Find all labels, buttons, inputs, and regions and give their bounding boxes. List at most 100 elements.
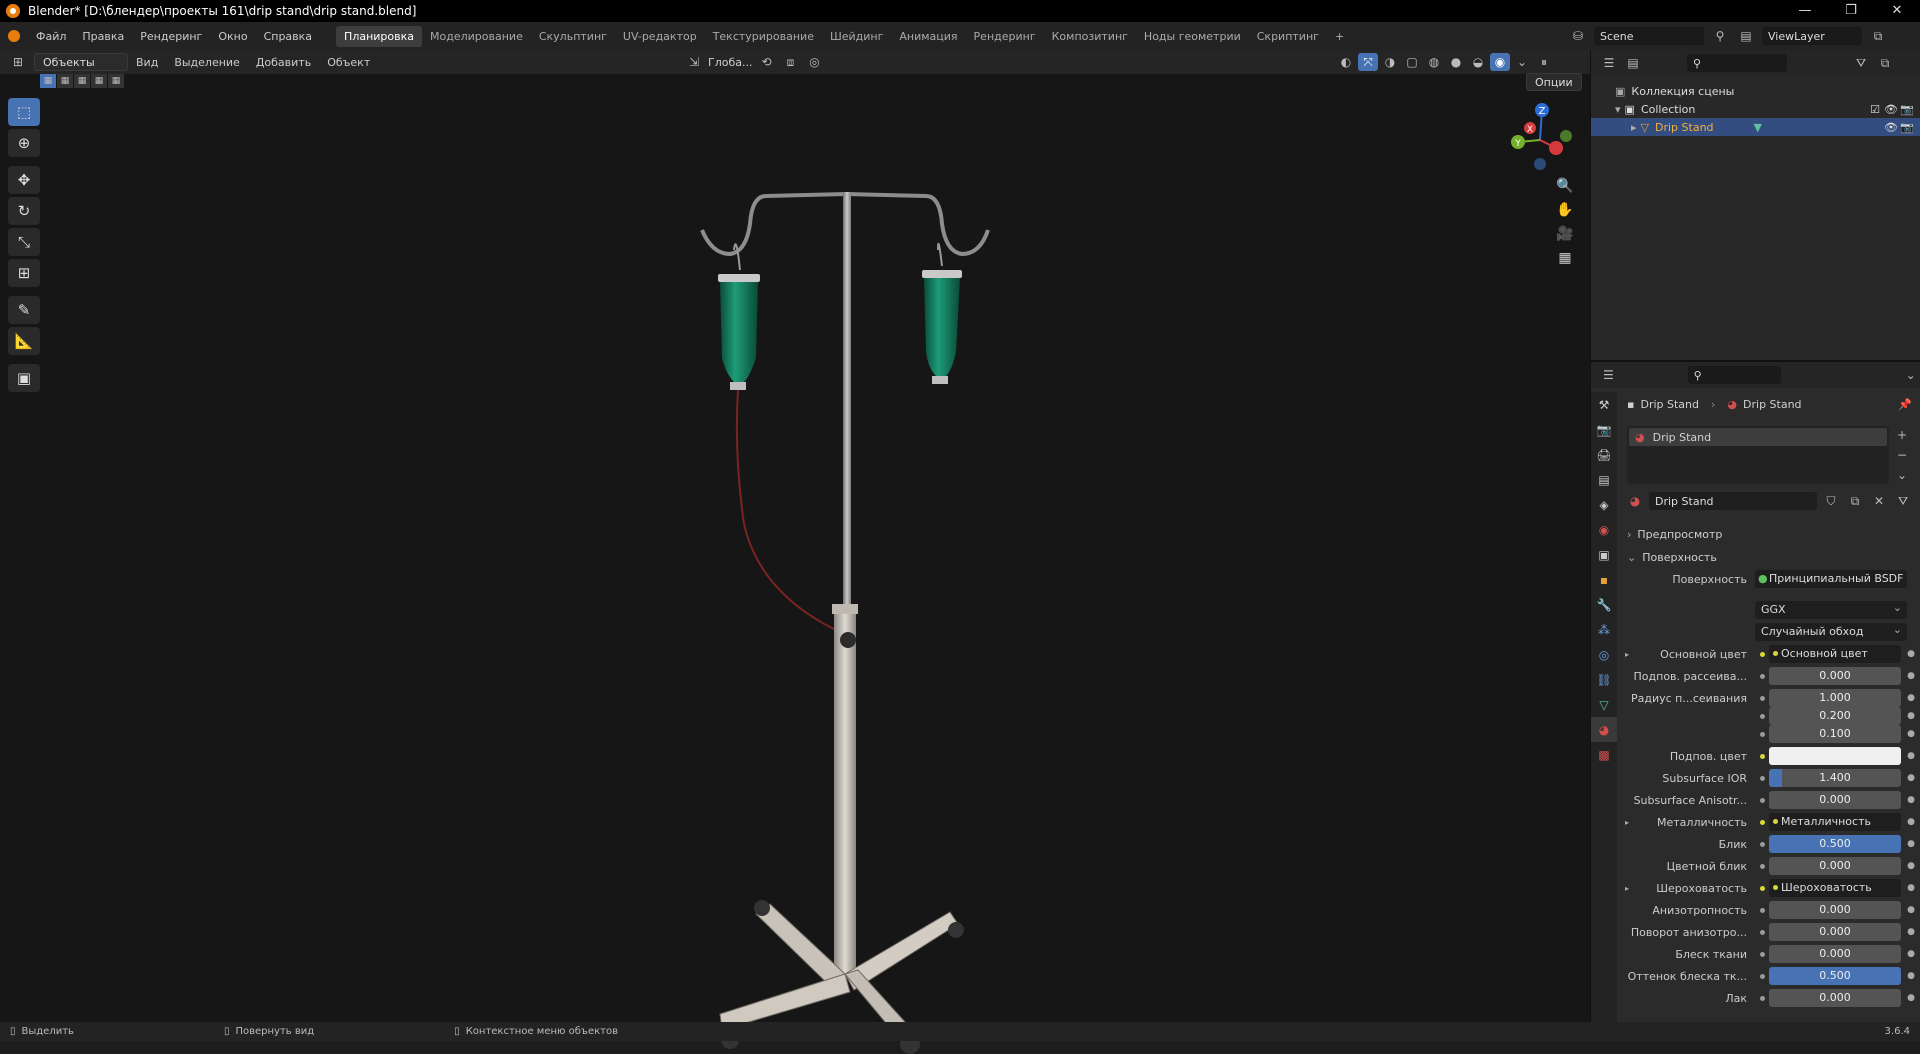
keyframe-icon[interactable]: ● bbox=[1907, 927, 1915, 937]
proportional-edit-icon[interactable]: ◎ bbox=[804, 53, 824, 71]
properties-options-icon[interactable]: ⌄ bbox=[1901, 366, 1920, 384]
drip-stand-model[interactable] bbox=[660, 124, 1020, 1054]
bsdf-value-field[interactable]: 0.000 bbox=[1769, 923, 1901, 941]
subsurface-color-swatch[interactable] bbox=[1769, 747, 1901, 765]
measure-tool[interactable]: 📐 bbox=[8, 327, 40, 355]
outliner-collection-row[interactable]: ▾ ▣ Collection ☑ 👁 📷 bbox=[1591, 100, 1920, 118]
expand-socket-icon[interactable]: ▸ bbox=[1625, 818, 1629, 827]
bsdf-value-field[interactable]: 0.000 bbox=[1769, 857, 1901, 875]
render-tab-icon[interactable]: 📷 bbox=[1591, 417, 1617, 442]
socket-icon[interactable] bbox=[1755, 863, 1769, 869]
object-render-icon[interactable]: 📷 bbox=[1900, 121, 1914, 134]
bsdf-value-field[interactable]: 0.500 bbox=[1769, 967, 1901, 985]
tab-geometry-nodes[interactable]: Ноды геометрии bbox=[1136, 26, 1249, 47]
select-subtract-icon[interactable]: ▦ bbox=[74, 74, 90, 88]
pin-icon[interactable]: ⚲ bbox=[1710, 27, 1730, 45]
socket-icon[interactable] bbox=[1755, 907, 1769, 913]
collapse-arrow-icon[interactable]: ▾ bbox=[1615, 103, 1621, 116]
bsdf-value-field[interactable]: 0.000 bbox=[1769, 989, 1901, 1007]
tool-tab-icon[interactable]: ⚒ bbox=[1591, 392, 1617, 417]
keyframe-icon[interactable]: ● bbox=[1907, 905, 1915, 915]
keyframe-icon[interactable]: ● bbox=[1907, 711, 1915, 721]
tab-sculpting[interactable]: Скульптинг bbox=[531, 26, 615, 47]
bsdf-linked-input[interactable]: Основной цвет bbox=[1769, 645, 1901, 663]
tab-uv-editing[interactable]: UV-редактор bbox=[615, 26, 705, 47]
scene-icon[interactable]: ⛁ bbox=[1568, 27, 1588, 45]
material-filter-icon[interactable]: ⛛ bbox=[1893, 492, 1913, 510]
menu-help[interactable]: Справка bbox=[256, 30, 320, 43]
particles-tab-icon[interactable]: ⁂ bbox=[1591, 617, 1617, 642]
close-button[interactable]: ✕ bbox=[1874, 0, 1920, 22]
view-layer-tab-icon[interactable]: ▤ bbox=[1591, 467, 1617, 492]
orientation-dropdown[interactable]: Глоба... bbox=[708, 56, 752, 69]
new-viewlayer-icon[interactable]: ⧉ bbox=[1868, 27, 1888, 45]
expand-socket-icon[interactable]: ▸ bbox=[1625, 884, 1629, 893]
socket-icon[interactable] bbox=[1755, 673, 1769, 679]
socket-icon[interactable] bbox=[1755, 841, 1769, 847]
options-dropdown[interactable]: Опции bbox=[1526, 73, 1582, 91]
socket-icon[interactable] bbox=[1755, 775, 1769, 781]
pin-properties-icon[interactable]: 📌 bbox=[1898, 398, 1912, 411]
blender-menu-icon[interactable] bbox=[0, 30, 28, 42]
material-slot-item[interactable]: ◕ Drip Stand bbox=[1629, 428, 1887, 446]
outliner-editor-type-icon[interactable]: ☰ bbox=[1599, 54, 1619, 72]
bsdf-value-field[interactable]: 0.000 bbox=[1769, 667, 1901, 685]
remove-slot-icon[interactable]: − bbox=[1892, 446, 1912, 464]
menu-file[interactable]: Файл bbox=[28, 30, 74, 43]
wireframe-shading-icon[interactable]: ◍ bbox=[1424, 53, 1444, 71]
scale-tool[interactable]: ⤡ bbox=[8, 228, 40, 256]
viewlayer-icon[interactable]: ▤ bbox=[1736, 27, 1756, 45]
move-tool[interactable]: ✥ bbox=[8, 166, 40, 194]
socket-icon[interactable] bbox=[1755, 995, 1769, 1001]
keyframe-icon[interactable]: ● bbox=[1907, 795, 1915, 805]
keyframe-icon[interactable]: ● bbox=[1907, 729, 1915, 739]
bsdf-linked-input[interactable]: Металличность bbox=[1769, 813, 1901, 831]
mode-dropdown[interactable]: Объекты bbox=[34, 53, 128, 71]
keyframe-icon[interactable]: ● bbox=[1907, 971, 1915, 981]
world-tab-icon[interactable]: ◉ bbox=[1591, 517, 1617, 542]
bsdf-value-field[interactable]: 0.000 bbox=[1769, 901, 1901, 919]
socket-icon[interactable] bbox=[1755, 695, 1769, 701]
snap-icon[interactable]: ⧈ bbox=[780, 53, 800, 71]
outliner-search-input[interactable]: ⚲ bbox=[1687, 54, 1787, 72]
keyframe-icon[interactable]: ● bbox=[1907, 649, 1915, 659]
tab-texture-paint[interactable]: Текстурирование bbox=[705, 26, 822, 47]
collection-visibility-icon[interactable]: 👁 bbox=[1884, 103, 1898, 116]
unlink-material-icon[interactable]: ✕ bbox=[1869, 492, 1889, 510]
tab-layout[interactable]: Планировка bbox=[336, 25, 423, 47]
material-browse-icon[interactable]: ◕ bbox=[1625, 492, 1645, 510]
menu-edit[interactable]: Правка bbox=[74, 30, 132, 43]
socket-icon[interactable] bbox=[1755, 713, 1769, 719]
socket-icon[interactable] bbox=[1755, 951, 1769, 957]
constraints-tab-icon[interactable]: ⛓ bbox=[1591, 667, 1617, 692]
cursor-tool[interactable]: ⊕ bbox=[8, 129, 40, 157]
select-invert-icon[interactable]: ▦ bbox=[91, 74, 107, 88]
bsdf-linked-input[interactable]: Шероховатость bbox=[1769, 879, 1901, 897]
minimize-button[interactable]: — bbox=[1782, 0, 1828, 22]
object-visibility-icon[interactable]: 👁 bbox=[1884, 121, 1898, 134]
tab-shading[interactable]: Шейдинг bbox=[822, 26, 891, 47]
select-new-icon[interactable]: ▦ bbox=[40, 74, 56, 88]
orientation-icon[interactable]: ⇲ bbox=[684, 53, 704, 71]
collection-render-icon[interactable]: 📷 bbox=[1900, 103, 1914, 116]
overlay-toggle-icon[interactable]: ◑ bbox=[1380, 53, 1400, 71]
viewlayer-selector[interactable]: ViewLayer bbox=[1762, 27, 1862, 45]
socket-icon[interactable] bbox=[1755, 819, 1769, 825]
outliner-display-mode-icon[interactable]: ▤ bbox=[1623, 54, 1643, 72]
menu-render[interactable]: Рендеринг bbox=[132, 30, 210, 43]
select-extend-icon[interactable]: ▦ bbox=[57, 74, 73, 88]
collection-tab-icon[interactable]: ▣ bbox=[1591, 542, 1617, 567]
physics-tab-icon[interactable]: ◎ bbox=[1591, 642, 1617, 667]
menu-view[interactable]: Вид bbox=[128, 56, 166, 69]
bsdf-value-field[interactable]: 0.000 bbox=[1769, 791, 1901, 809]
properties-editor-type-icon[interactable]: ☰ bbox=[1599, 366, 1618, 384]
tab-rendering[interactable]: Рендеринг bbox=[966, 26, 1044, 47]
data-tab-icon[interactable]: ▽ bbox=[1591, 692, 1617, 717]
3d-viewport[interactable]: ▦ ▦ ▦ ▦ ▦ Опции Z X Y 🔍 ✋ 🎥 ▦ bbox=[0, 73, 1590, 1054]
tab-animation[interactable]: Анимация bbox=[891, 26, 965, 47]
rendered-shading-icon[interactable]: ◉ bbox=[1490, 53, 1510, 71]
duplicate-material-icon[interactable]: ⧉ bbox=[1845, 492, 1865, 510]
modifier-tab-icon[interactable]: 🔧 bbox=[1591, 592, 1617, 617]
socket-icon[interactable] bbox=[1755, 753, 1769, 759]
material-name-field[interactable]: Drip Stand bbox=[1649, 492, 1817, 510]
